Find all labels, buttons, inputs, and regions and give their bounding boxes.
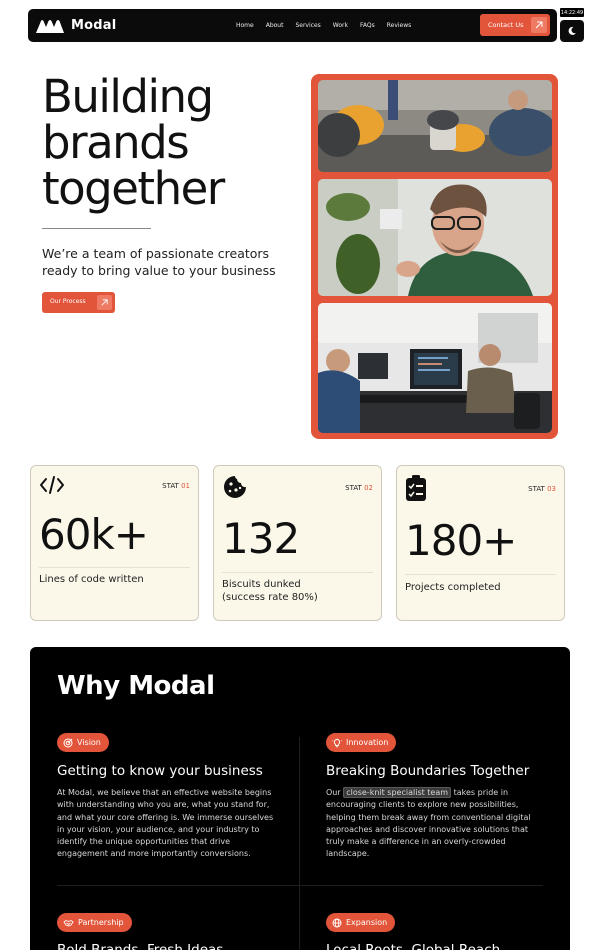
- why-modal-section: Why Modal Vision Getting to know your bu…: [30, 647, 570, 950]
- hero-subtitle: We’re a team of passionate creators read…: [42, 246, 276, 278]
- code-icon: [40, 476, 64, 494]
- stat-divider: [405, 574, 556, 575]
- man-speaking-photo: [318, 179, 552, 296]
- hero-title-line: together: [42, 162, 225, 215]
- moon-icon: [568, 26, 576, 35]
- stat-label-text: STAT: [528, 485, 545, 493]
- handshake-icon: [63, 919, 74, 926]
- nav-link-work[interactable]: Work: [333, 22, 348, 29]
- brand-logo[interactable]: Modal: [35, 18, 116, 34]
- stat-card-lines-of-code: STAT 01 60k+ Lines of code written: [30, 465, 199, 621]
- hero-title: Building brands together: [42, 70, 225, 215]
- brand-name: Modal: [71, 18, 117, 33]
- hero-divider: [42, 228, 151, 229]
- feature-title: Local Roots, Global Reach: [326, 942, 501, 950]
- nav-link-about[interactable]: About: [266, 22, 284, 29]
- partnership-tag: Partnership: [57, 913, 132, 932]
- feature-body-text: takes pride in encouraging clients to ex…: [326, 788, 531, 859]
- stat-number: 01: [181, 482, 190, 490]
- target-icon: [63, 738, 73, 747]
- developers-at-desk-photo: [318, 303, 552, 433]
- office-lounge-photo: [318, 80, 552, 172]
- stat-divider: [222, 572, 373, 573]
- arrow-up-right-icon: [531, 17, 547, 33]
- expansion-tag-label: Expansion: [346, 918, 388, 927]
- stat-label-text: STAT: [162, 482, 179, 490]
- contact-us-label: Contact Us: [488, 21, 524, 29]
- nav-link-services[interactable]: Services: [295, 22, 320, 29]
- hero-photo-gallery: [311, 74, 558, 439]
- vision-tag: Vision: [57, 733, 109, 752]
- globe-icon: [332, 918, 342, 927]
- top-navbar: Modal Home About Services Work FAQs Revi…: [28, 9, 557, 42]
- modal-logo-icon: [36, 19, 64, 33]
- stat-value: 132: [222, 514, 300, 563]
- expansion-tag: Expansion: [326, 913, 396, 932]
- feature-title: Getting to know your business: [57, 763, 263, 779]
- feature-body: Our close-knit specialist team takes pri…: [326, 787, 546, 861]
- feature-title: Bold Brands, Fresh Ideas: [57, 942, 224, 950]
- stat-card-biscuits: STAT 02 132 Biscuits dunked (success rat…: [213, 465, 382, 621]
- stat-number: 02: [364, 484, 373, 492]
- feature-body-text: Our: [326, 788, 341, 797]
- stat-value: 60k+: [39, 510, 149, 559]
- hero-title-line: Building: [42, 70, 214, 123]
- stat-label: STAT 02: [345, 484, 373, 492]
- nav-link-home[interactable]: Home: [236, 22, 254, 29]
- feature-title: Breaking Boundaries Together: [326, 763, 530, 779]
- stat-description: Projects completed: [405, 582, 501, 593]
- row-divider: [57, 885, 543, 886]
- column-divider: [299, 737, 300, 950]
- our-process-button[interactable]: Our Process: [42, 292, 115, 313]
- stat-description: Lines of code written: [39, 574, 144, 585]
- stat-value: 180+: [405, 516, 517, 565]
- contact-us-button[interactable]: Contact Us: [480, 14, 550, 36]
- stat-label: STAT 03: [528, 485, 556, 493]
- clock-badge: 14:22:49: [560, 8, 584, 17]
- theme-toggle-button[interactable]: [560, 20, 584, 42]
- stat-number: 03: [547, 485, 556, 493]
- partnership-tag-label: Partnership: [78, 918, 124, 927]
- stat-label-text: STAT: [345, 484, 362, 492]
- arrow-up-right-icon: [97, 295, 112, 310]
- innovation-tag-label: Innovation: [346, 738, 389, 747]
- vision-tag-label: Vision: [77, 738, 101, 747]
- team-link[interactable]: close-knit specialist team: [343, 787, 452, 798]
- clipboard-check-icon: [406, 475, 426, 501]
- our-process-label: Our Process: [50, 298, 86, 305]
- stat-card-projects: STAT 03 180+ Projects completed: [396, 465, 565, 621]
- nav-link-reviews[interactable]: Reviews: [387, 22, 412, 29]
- stat-label: STAT 01: [162, 482, 190, 490]
- nav-links: Home About Services Work FAQs Reviews: [236, 9, 423, 42]
- innovation-tag: Innovation: [326, 733, 397, 752]
- feature-body: At Modal, we believe that an effective w…: [57, 788, 274, 859]
- why-modal-title: Why Modal: [57, 671, 215, 701]
- lightbulb-icon: [332, 737, 342, 747]
- cookie-icon: [224, 476, 246, 498]
- stat-divider: [39, 567, 190, 568]
- hero-title-line: brands: [42, 116, 190, 169]
- nav-link-faqs[interactable]: FAQs: [360, 22, 375, 29]
- stat-description: Biscuits dunked (success rate 80%): [222, 579, 318, 603]
